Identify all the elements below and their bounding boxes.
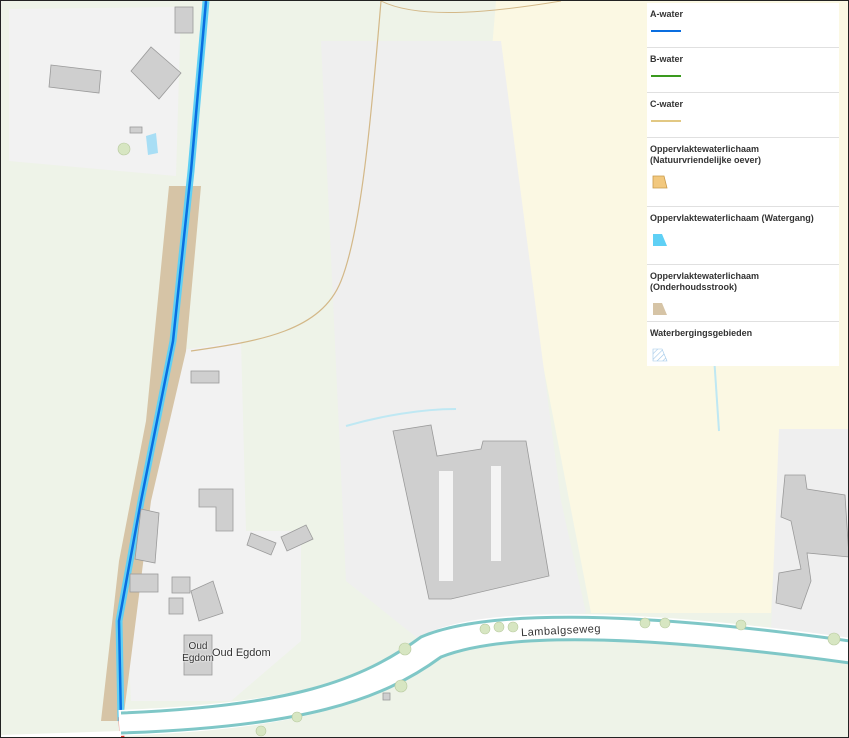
building-label: Oud Egdom — [180, 641, 216, 665]
tree — [659, 617, 671, 629]
building — [190, 370, 220, 384]
tree — [493, 621, 505, 633]
legend-label: Oppervlaktewaterlichaam (Onderhoudsstroo… — [650, 271, 760, 292]
building-slit — [491, 466, 501, 561]
tan-line-icon — [651, 120, 681, 122]
tree — [639, 617, 651, 629]
tree — [398, 642, 412, 656]
orange-polygon-icon — [652, 175, 668, 189]
place-label: Oud Egdom — [212, 647, 271, 659]
building — [382, 692, 391, 701]
tree — [479, 623, 491, 635]
building-label-line2: Egdom — [182, 653, 214, 664]
legend-label: B-water — [650, 54, 684, 64]
tree — [507, 621, 519, 633]
watergang-small — [146, 133, 158, 155]
beige-polygon-icon — [653, 303, 667, 315]
building-label-line1: Oud — [188, 641, 208, 652]
legend-label: A-water — [650, 9, 684, 19]
blue-line-icon — [651, 30, 681, 32]
tree — [291, 711, 303, 723]
tree — [735, 619, 747, 631]
tree — [255, 725, 267, 737]
legend-label: Oppervlaktewaterlichaam (Watergang) — [650, 213, 814, 223]
legend-item-waterberging: Waterbergingsgebieden — [647, 322, 839, 366]
tree — [117, 142, 131, 156]
building — [129, 126, 143, 134]
legend-label: Waterbergingsgebieden — [650, 328, 753, 338]
legend-item-onderhoudsstrook: Oppervlaktewaterlichaam (Onderhoudsstroo… — [647, 265, 839, 322]
building-slit — [439, 471, 453, 581]
building — [174, 6, 194, 34]
green-line-icon — [651, 75, 681, 77]
legend-item-b-water: B-water — [647, 48, 839, 93]
legend-panel: A-water B-water C-water Oppervlaktewater… — [647, 3, 839, 366]
legend-item-a-water: A-water — [647, 3, 839, 48]
building — [129, 573, 159, 593]
legend-label: C-water — [650, 99, 684, 109]
tree — [394, 679, 408, 693]
legend-item-watergang: Oppervlaktewaterlichaam (Watergang) — [647, 207, 839, 265]
tree — [827, 632, 841, 646]
hatched-polygon-icon — [652, 348, 668, 362]
building — [171, 576, 191, 594]
legend-label: Oppervlaktewaterlichaam (Natuurvriendeli… — [650, 144, 762, 165]
building — [168, 597, 184, 615]
cyan-polygon-icon — [653, 234, 667, 246]
legend-item-oever: Oppervlaktewaterlichaam (Natuurvriendeli… — [647, 138, 839, 207]
legend-item-c-water: C-water — [647, 93, 839, 138]
